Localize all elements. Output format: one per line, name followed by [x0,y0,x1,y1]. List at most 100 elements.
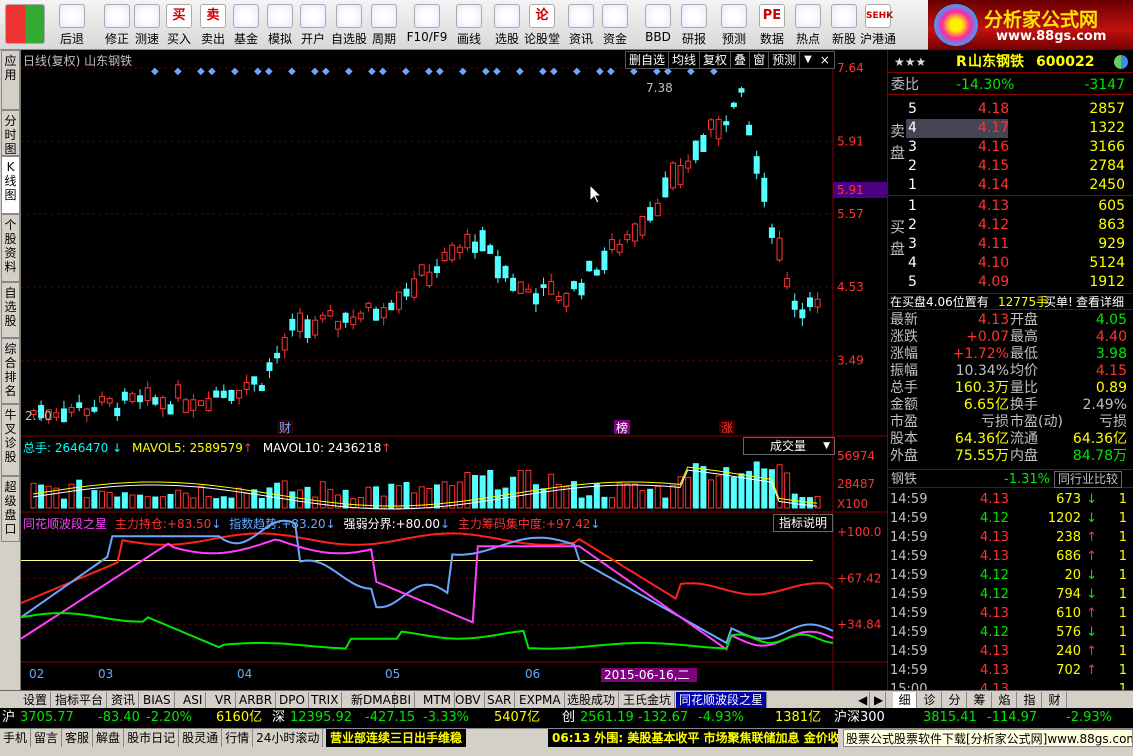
ask-row[interactable]: 3 4.16 3166 [888,138,1133,157]
indicator-tab-14[interactable]: EXPMA [516,692,565,708]
ask-row[interactable]: 4 4.17 1322 [888,119,1133,138]
ask-row[interactable]: 5 4.18 2857 [888,100,1133,119]
chart-button-1[interactable]: 均线 [669,52,701,68]
toolbar-report-button[interactable]: 研报 [676,2,712,48]
date-axis-label: 05 [385,667,400,681]
status-link-2[interactable]: 客服 [62,729,94,747]
chart-button-5[interactable]: 预测 [769,52,801,68]
left-tab-1[interactable]: 分时图 [1,110,20,156]
chart-button-4[interactable]: 窗 [750,52,770,68]
indicator-tab-11[interactable]: MTM [420,692,456,708]
indicator-tab-1[interactable]: 指标平台 [52,692,108,708]
left-tab-3[interactable]: 个股资料 [1,214,20,282]
ask-row[interactable]: 2 4.15 2784 [888,157,1133,176]
toolbar-select-stock-button[interactable]: 选股 [490,2,524,48]
indicator-tab-3[interactable]: BIAS [140,692,175,708]
indicator-tab-13[interactable]: SAR [484,692,516,708]
toolbar-forum-button[interactable]: 论论股堂 [524,2,560,48]
chart-button-0[interactable]: 删自选 [626,52,670,68]
left-tab-5[interactable]: 综合排名 [1,338,20,404]
detail-tab-6[interactable]: 财 [1043,692,1067,708]
toolbar-clock-button[interactable]: 测速 [132,2,162,48]
news-ticker[interactable]: 06:13 外围: 美股基本收平 市场聚焦联储加息 金价收 [548,729,838,747]
toolbar-pen-button[interactable]: 画线 [452,2,486,48]
app-menu-button[interactable] [2,2,48,48]
status-link-5[interactable]: 股灵通 [179,729,223,747]
detail-tab-0[interactable]: 细 [893,692,917,708]
bid-row[interactable]: 4 4.10 5124 [888,254,1133,273]
indicator-tab-7[interactable]: DPO [276,692,309,708]
indicator-tab-17[interactable]: 同花顺波段之星 [676,692,768,708]
indicator-tab-16[interactable]: 王氏金坑 [620,692,676,708]
toolbar-lock-button[interactable]: 开户 [298,2,328,48]
toolbar-bbd-button[interactable]: BBD [640,2,676,48]
detail-tab-4[interactable]: 焰 [993,692,1017,708]
chevron-down-icon[interactable]: ▼ [800,52,816,68]
toolbar-hot-button[interactable]: 热点 [790,2,826,48]
detail-tab-3[interactable]: 筹 [968,692,992,708]
left-tab-4[interactable]: 自选股 [1,282,20,338]
indicator-tab-15[interactable]: 选股成功 [564,692,620,708]
left-tab-7[interactable]: 超级盘口 [1,476,20,542]
industry-compare-button[interactable]: 同行业比较 [1054,471,1123,488]
bid-row[interactable]: 3 4.11 929 [888,235,1133,254]
signal-diamond: ◆ [516,66,524,77]
indicator-tab-12[interactable]: OBV [452,692,485,708]
indicator-tab-2[interactable]: 资讯 [108,692,140,708]
toolbar-new-stock-button[interactable]: 新股 [826,2,862,48]
indicator-tab-4[interactable]: ASI [180,692,207,708]
bid-row[interactable]: 2 4.12 863 [888,216,1133,235]
toolbar-back-arrow-button[interactable]: 后退 [52,2,92,48]
fund-icon [233,4,259,28]
chart-area[interactable]: 7.64 5.91 5.57 4.53 3.49 5.91 ◆ ◆ ◆ ◆ ◆ ◆ ◆ ◆ ◆ ◆ ◆ ◆ ◆ ◆ ◆ ◆… [21,50,888,690]
ask-row[interactable]: 1 4.14 2450 [888,176,1133,195]
indicator-tab-5[interactable]: VR [212,692,236,708]
toolbar-period-button[interactable]: 周期 [364,2,404,48]
toolbar-sell-button[interactable]: 卖卖出 [198,2,228,48]
indicator-tab-10[interactable]: BBI [388,692,416,708]
status-link-4[interactable]: 股市日记 [124,729,180,747]
candle-body [243,382,250,390]
toolbar-restore-button[interactable]: 修正 [102,2,132,48]
ad-banner[interactable]: 股票公式股票软件下载[分析家公式网]www.88gs.com [843,729,1133,747]
status-link-7[interactable]: 24小时滚动 [253,729,324,747]
close-icon[interactable]: × [816,52,834,68]
detail-tab-2[interactable]: 分 [943,692,967,708]
detail-tab-5[interactable]: 指 [1018,692,1042,708]
left-tab-0[interactable]: 应用 [1,50,20,110]
status-link-3[interactable]: 解盘 [93,729,125,747]
candle-body [677,165,684,186]
toolbar-forecast-button[interactable]: 预测 [716,2,752,48]
status-link-0[interactable]: 手机 [0,729,32,747]
volume-dropdown[interactable]: 成交量 ▼ [743,437,835,455]
toolbar-f10-button[interactable]: F10/F9 [404,2,450,48]
bid-row[interactable]: 1 4.13 605 [888,197,1133,216]
toolbar-hammer-button[interactable]: 模拟 [264,2,296,48]
toolbar-news-button[interactable]: 资讯 [564,2,598,48]
detail-tab-1[interactable]: 诊 [918,692,942,708]
candle-body [738,88,745,93]
indicator-tab-6[interactable]: ARBR [236,692,277,708]
news-headline-1[interactable]: 营业部连续三日出手维稳 [326,729,467,747]
toolbar-capital-button[interactable]: 资金 [598,2,632,48]
toolbar-data-button[interactable]: PE 数据 [756,2,788,48]
toolbar-fund-button[interactable]: 基金 [230,2,262,48]
bid-row[interactable]: 5 4.09 1912 [888,273,1133,292]
scroll-left-icon[interactable]: ◀ [856,692,870,708]
status-link-6[interactable]: 行情 [222,729,254,747]
indicator-tab-8[interactable]: TRIX [308,692,343,708]
chart-button-3[interactable]: 叠 [731,52,751,68]
status-link-1[interactable]: 留言 [31,729,63,747]
scroll-right-icon[interactable]: ▶ [872,692,886,708]
candle-body [395,291,402,310]
gear-icon[interactable] [1114,55,1128,69]
left-tab-2[interactable]: K线图 [1,156,20,214]
left-tab-6[interactable]: 牛叉诊股 [1,404,20,476]
toolbar-buy-button[interactable]: 买买入 [164,2,194,48]
chart-button-2[interactable]: 复权 [700,52,732,68]
kline-chart-svg[interactable]: 7.645.915.574.533.495.91◆ ◆ ◆ ◆ ◆ ◆ ◆ ◆ ◆ ◆ ◆ ◆ ◆ ◆ ◆ ◆… [21,50,888,690]
indicator-explain-button[interactable]: 指标说明 [773,514,833,532]
view-details-link[interactable]: 查看详细 [1076,294,1124,311]
indicator-tab-0[interactable]: 设置 [20,692,52,708]
toolbar-hk-connect-button[interactable]: SEHK 沪港通 [858,2,898,48]
